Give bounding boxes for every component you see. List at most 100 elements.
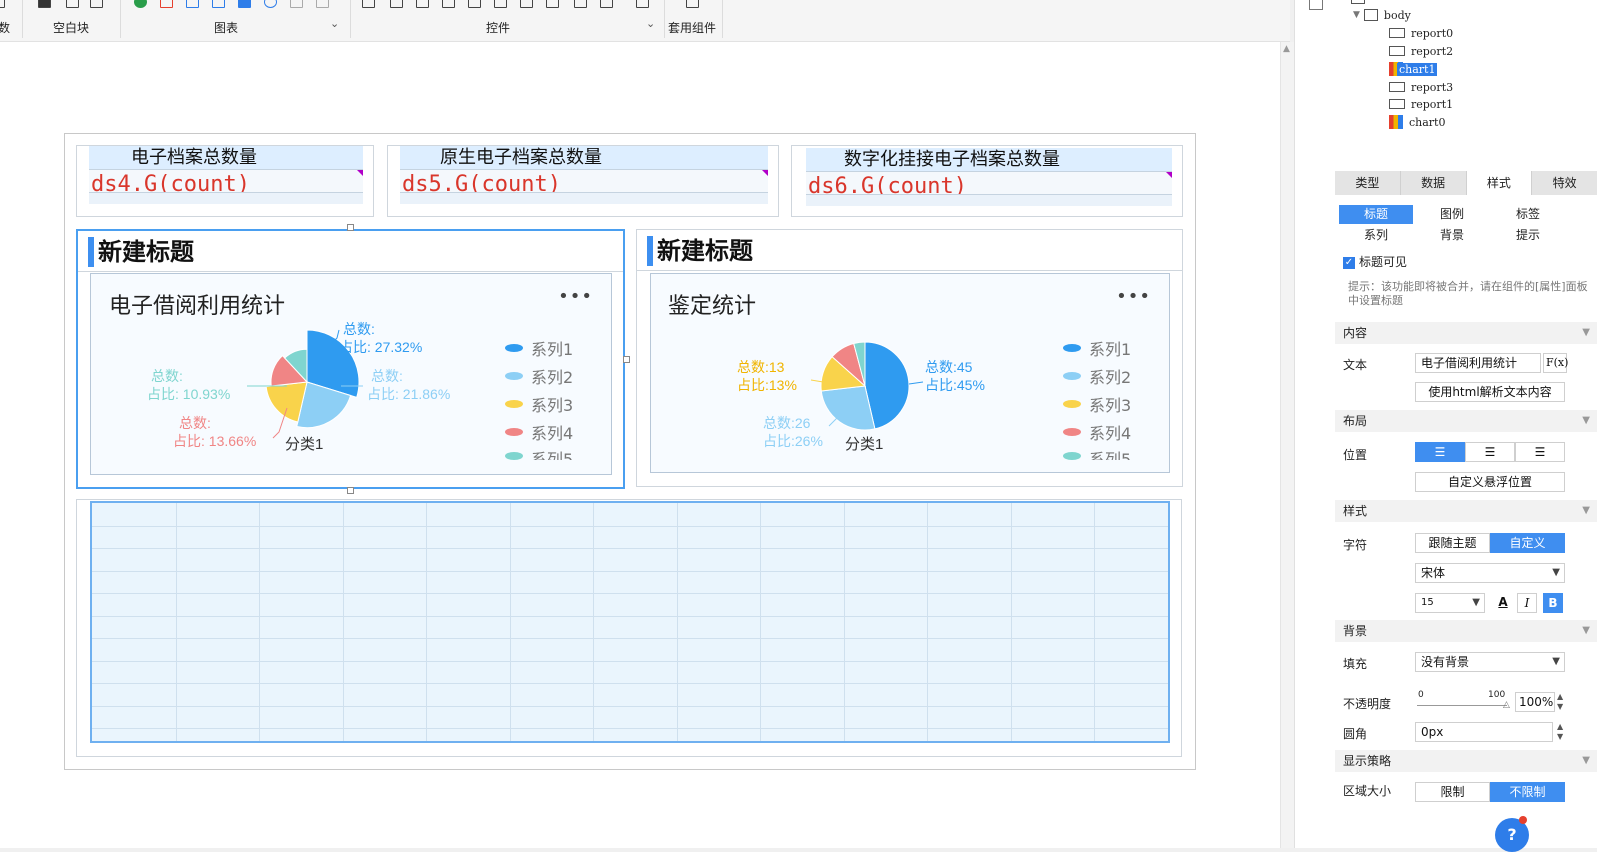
font-color-button[interactable]: A: [1493, 593, 1513, 613]
chevron-down-icon: ▼: [1472, 597, 1480, 608]
more-options-icon[interactable]: •••: [1116, 286, 1151, 307]
section-content[interactable]: 内容 ▼: [1335, 322, 1597, 344]
legend-item[interactable]: 系列4: [505, 418, 595, 446]
report-grid-row: [806, 194, 1172, 206]
section-layout[interactable]: 布局 ▼: [1335, 410, 1597, 432]
canvas-scrollbar[interactable]: ▲: [1280, 42, 1294, 848]
param-icon: [0, 0, 5, 8]
resize-handle[interactable]: [347, 487, 354, 494]
section-background[interactable]: 背景 ▼: [1335, 620, 1597, 642]
toolbar-group-blank[interactable]: 空白块: [24, 0, 120, 42]
legend-label: 系列2: [1089, 368, 1132, 387]
tab-data[interactable]: 数据: [1401, 171, 1467, 195]
no-limit-button[interactable]: 不限制: [1490, 782, 1565, 802]
toolbar-group-label: 控件: [486, 21, 511, 35]
report-block-report2[interactable]: 原生电子档案总数量 ds5.G(count): [387, 145, 779, 217]
collapse-icon: ▼: [1582, 415, 1590, 426]
follow-theme-button[interactable]: 跟随主题: [1415, 533, 1490, 553]
tree-node-body[interactable]: ▼ body: [1353, 7, 1411, 23]
subtab-tooltip[interactable]: 提示: [1491, 226, 1565, 245]
section-display[interactable]: 显示策略 ▼: [1335, 750, 1597, 772]
radius-input[interactable]: 0px: [1415, 722, 1553, 742]
tree-node-report2[interactable]: report2: [1389, 43, 1453, 59]
legend-item[interactable]: 系列3: [1063, 390, 1153, 418]
chevron-down-icon[interactable]: ⌄: [330, 17, 339, 30]
subtab-legend[interactable]: 图例: [1415, 205, 1489, 224]
more-options-icon[interactable]: •••: [558, 286, 593, 307]
legend-item[interactable]: 系列1: [1063, 334, 1153, 362]
resize-handle[interactable]: [623, 356, 630, 363]
legend-swatch: [505, 428, 523, 436]
chevron-down-icon[interactable]: ⌄: [646, 17, 655, 30]
toolbar-group-template[interactable]: 套用组件: [666, 0, 722, 42]
tab-type[interactable]: 类型: [1335, 171, 1401, 195]
slice-count-label: 总数:: [343, 321, 375, 337]
text-row: 文本 电子借阅利用统计 F(x): [1335, 352, 1597, 376]
tree-node-report3[interactable]: report3: [1389, 79, 1453, 95]
report-grid[interactable]: [90, 501, 1170, 743]
chart-panel-chart0[interactable]: 新建标题 鉴定统计 ••• 总数:45 占比:45% 总数:13 占比:13% 总数:2…: [636, 229, 1183, 487]
italic-button[interactable]: I: [1517, 593, 1537, 613]
subtab-label[interactable]: 标签: [1491, 205, 1565, 224]
stepper-icon[interactable]: ▲ ▼: [1557, 722, 1563, 742]
grid-row-line: [92, 615, 1168, 617]
layout-icon[interactable]: [1309, 0, 1323, 10]
opacity-slider[interactable]: [1417, 705, 1507, 706]
title-text-input[interactable]: 电子借阅利用统计: [1415, 353, 1541, 373]
category-label: 分类1: [285, 436, 323, 453]
legend-item[interactable]: 系列5: [1063, 446, 1153, 460]
title-visible-checkbox[interactable]: ✓ 标题可见: [1335, 253, 1597, 270]
custom-font-button[interactable]: 自定义: [1490, 533, 1565, 553]
subtab-series[interactable]: 系列: [1339, 226, 1413, 245]
custom-float-button[interactable]: 自定义悬浮位置: [1415, 472, 1565, 492]
subtab-background[interactable]: 背景: [1415, 226, 1489, 245]
tree-node-form[interactable]: [1351, 0, 1371, 7]
subtab-title[interactable]: 标题: [1339, 205, 1413, 224]
tree-node-chart0[interactable]: chart0: [1389, 114, 1445, 130]
legend-item[interactable]: 系列1: [505, 334, 595, 362]
opacity-input[interactable]: 100%: [1515, 692, 1555, 712]
toolbar-group-param[interactable]: 数: [0, 0, 20, 42]
toolbar-group-widget[interactable]: 控件 ⌄: [352, 0, 662, 42]
fill-select[interactable]: 没有背景 ▼: [1415, 652, 1565, 672]
legend-item[interactable]: 系列5: [505, 446, 595, 460]
scroll-up-icon[interactable]: ▲: [1283, 44, 1290, 54]
body-container[interactable]: 电子档案总数量 ds4.G(count) 原生电子档案总数量 ds5.G(cou…: [64, 133, 1196, 770]
legend-item[interactable]: 系列3: [505, 390, 595, 418]
report-block-report1[interactable]: [76, 499, 1182, 757]
align-right-button[interactable]: ☰: [1515, 442, 1565, 462]
slider-thumb[interactable]: △: [1503, 700, 1510, 710]
slice-share-label: 占比:45%: [925, 377, 985, 393]
legend-item[interactable]: 系列4: [1063, 418, 1153, 446]
align-left-button[interactable]: ☰: [1415, 442, 1465, 462]
report-block-report0[interactable]: 电子档案总数量 ds4.G(count): [76, 145, 374, 217]
font-family-select[interactable]: 宋体 ▼: [1415, 563, 1565, 583]
toolbar-group-chart[interactable]: 图表 ⌄: [122, 0, 348, 42]
tree-node-report0[interactable]: report0: [1389, 25, 1453, 41]
chart-area[interactable]: 鉴定统计 ••• 总数:45 占比:45% 总数:13 占比:13% 总数:26 占比:2…: [650, 273, 1170, 473]
bold-button[interactable]: B: [1543, 593, 1563, 613]
report-icon: [1389, 28, 1405, 38]
tree-node-report1[interactable]: report1: [1389, 96, 1453, 112]
chart-panel-chart1[interactable]: 新建标题 电子借阅利用统计 ••• 总数: 占比: 27.32% 总数: 占比: 21…: [76, 229, 625, 489]
formula-button[interactable]: F(x): [1543, 353, 1568, 373]
limit-button[interactable]: 限制: [1415, 782, 1490, 802]
font-size-select[interactable]: 15 ▼: [1415, 593, 1485, 613]
opacity-row: 不透明度 0 100 △ 100% ▲ ▼: [1335, 690, 1597, 716]
chart-area[interactable]: 电子借阅利用统计 ••• 总数: 占比: 27.32% 总数: 占比: 21.86% 总…: [90, 273, 612, 475]
html-parse-button[interactable]: 使用html解析文本内容: [1415, 382, 1565, 402]
expand-icon[interactable]: ▼: [1353, 10, 1360, 20]
tab-style[interactable]: 样式: [1466, 171, 1533, 195]
resize-handle[interactable]: [347, 224, 354, 231]
section-title: 显示策略: [1343, 754, 1392, 768]
tree-node-chart1[interactable]: chart1: [1389, 61, 1438, 77]
chevron-down-icon: ▼: [1552, 656, 1560, 667]
report-block-report3[interactable]: 数字化挂接电子档案总数量 ds6.G(count): [791, 145, 1183, 217]
stepper-icon[interactable]: ▲ ▼: [1557, 692, 1563, 712]
legend-item[interactable]: 系列2: [1063, 362, 1153, 390]
align-center-button[interactable]: ☰: [1465, 442, 1515, 462]
tab-effect[interactable]: 特效: [1532, 171, 1597, 195]
slider-min-label: 0: [1418, 690, 1424, 700]
section-style[interactable]: 样式 ▼: [1335, 500, 1597, 522]
legend-item[interactable]: 系列2: [505, 362, 595, 390]
